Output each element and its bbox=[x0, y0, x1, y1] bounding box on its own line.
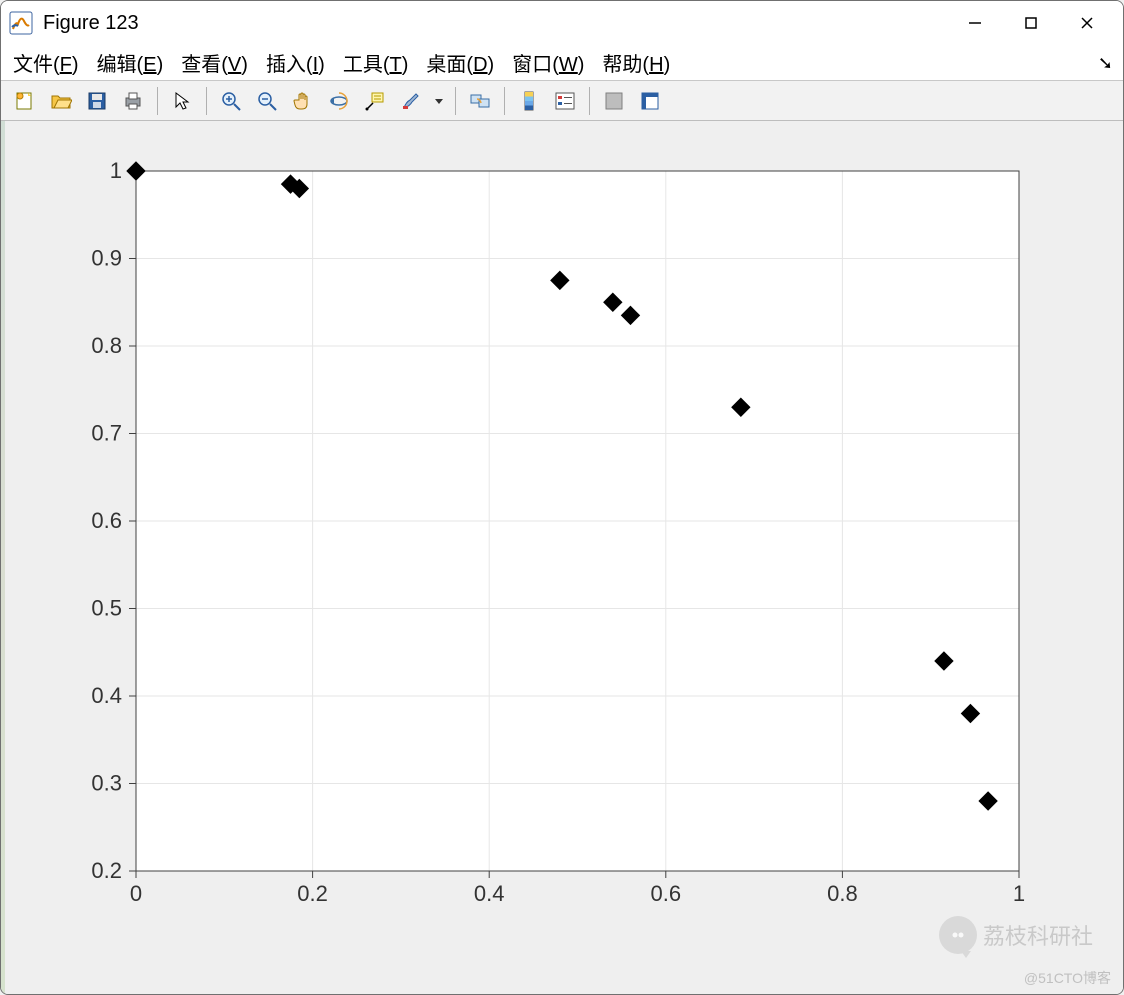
svg-text:0.3: 0.3 bbox=[91, 771, 122, 796]
print-icon[interactable] bbox=[117, 85, 149, 117]
zoom-out-icon[interactable] bbox=[251, 85, 283, 117]
svg-text:0.2: 0.2 bbox=[91, 858, 122, 883]
show-plot-tools-icon[interactable] bbox=[634, 85, 666, 117]
menu-desktop[interactable]: 桌面(D) bbox=[426, 48, 494, 77]
plot-area: 00.20.40.60.810.20.30.40.50.60.70.80.91 … bbox=[1, 121, 1123, 994]
svg-text:0.5: 0.5 bbox=[91, 596, 122, 621]
menu-edit[interactable]: 编辑(E) bbox=[97, 48, 164, 77]
toolbar-separator bbox=[504, 87, 505, 115]
menu-view[interactable]: 查看(V) bbox=[181, 48, 248, 77]
maximize-button[interactable] bbox=[1003, 3, 1059, 43]
svg-text:0.6: 0.6 bbox=[91, 508, 122, 533]
close-button[interactable] bbox=[1059, 3, 1115, 43]
toolbar-separator bbox=[157, 87, 158, 115]
svg-text:0.2: 0.2 bbox=[297, 881, 328, 906]
svg-text:0: 0 bbox=[130, 881, 142, 906]
save-icon[interactable] bbox=[81, 85, 113, 117]
titlebar: Figure 123 bbox=[1, 1, 1123, 45]
toolbar-separator bbox=[206, 87, 207, 115]
link-data-icon[interactable] bbox=[464, 85, 496, 117]
figure-window: Figure 123 文件(F) 编辑(E) 查看(V) 插入(I) 工具(T)… bbox=[0, 0, 1124, 995]
pan-icon[interactable] bbox=[287, 85, 319, 117]
menu-file[interactable]: 文件(F) bbox=[13, 48, 79, 77]
minimize-button[interactable] bbox=[947, 3, 1003, 43]
svg-text:0.4: 0.4 bbox=[474, 881, 505, 906]
toolbar-separator bbox=[455, 87, 456, 115]
colorbar-icon[interactable] bbox=[513, 85, 545, 117]
brush-icon[interactable] bbox=[395, 85, 427, 117]
svg-text:0.8: 0.8 bbox=[827, 881, 858, 906]
brush-dropdown-icon[interactable] bbox=[431, 85, 447, 117]
toolbar-separator bbox=[589, 87, 590, 115]
matlab-icon bbox=[9, 11, 33, 35]
pointer-icon[interactable] bbox=[166, 85, 198, 117]
open-icon[interactable] bbox=[45, 85, 77, 117]
rotate3d-icon[interactable] bbox=[323, 85, 355, 117]
svg-text:0.7: 0.7 bbox=[91, 421, 122, 446]
data-cursor-icon[interactable] bbox=[359, 85, 391, 117]
svg-text:0.4: 0.4 bbox=[91, 683, 122, 708]
menu-window[interactable]: 窗口(W) bbox=[512, 48, 584, 77]
new-figure-icon[interactable] bbox=[9, 85, 41, 117]
toolbar bbox=[1, 81, 1123, 121]
menubar: 文件(F) 编辑(E) 查看(V) 插入(I) 工具(T) 桌面(D) 窗口(W… bbox=[1, 45, 1123, 81]
dock-arrow-icon[interactable]: ➘ bbox=[1098, 53, 1113, 74]
svg-text:1: 1 bbox=[110, 158, 122, 183]
menu-tools[interactable]: 工具(T) bbox=[343, 48, 409, 77]
svg-text:0.6: 0.6 bbox=[651, 881, 682, 906]
svg-text:0.9: 0.9 bbox=[91, 246, 122, 271]
svg-text:0.8: 0.8 bbox=[91, 333, 122, 358]
axes[interactable]: 0 0.2 0.4 0.6 0.8 1 0.2 0.3 0.4 0.5 0.6 0.7 0.8 0.9 1 bbox=[1, 121, 1123, 993]
legend-icon[interactable] bbox=[549, 85, 581, 117]
svg-text:1: 1 bbox=[1013, 881, 1025, 906]
left-background-sliver bbox=[1, 121, 5, 994]
menu-help[interactable]: 帮助(H) bbox=[602, 48, 670, 77]
hide-plot-tools-icon[interactable] bbox=[598, 85, 630, 117]
zoom-in-icon[interactable] bbox=[215, 85, 247, 117]
window-title: Figure 123 bbox=[43, 12, 139, 35]
menu-insert[interactable]: 插入(I) bbox=[266, 48, 325, 77]
